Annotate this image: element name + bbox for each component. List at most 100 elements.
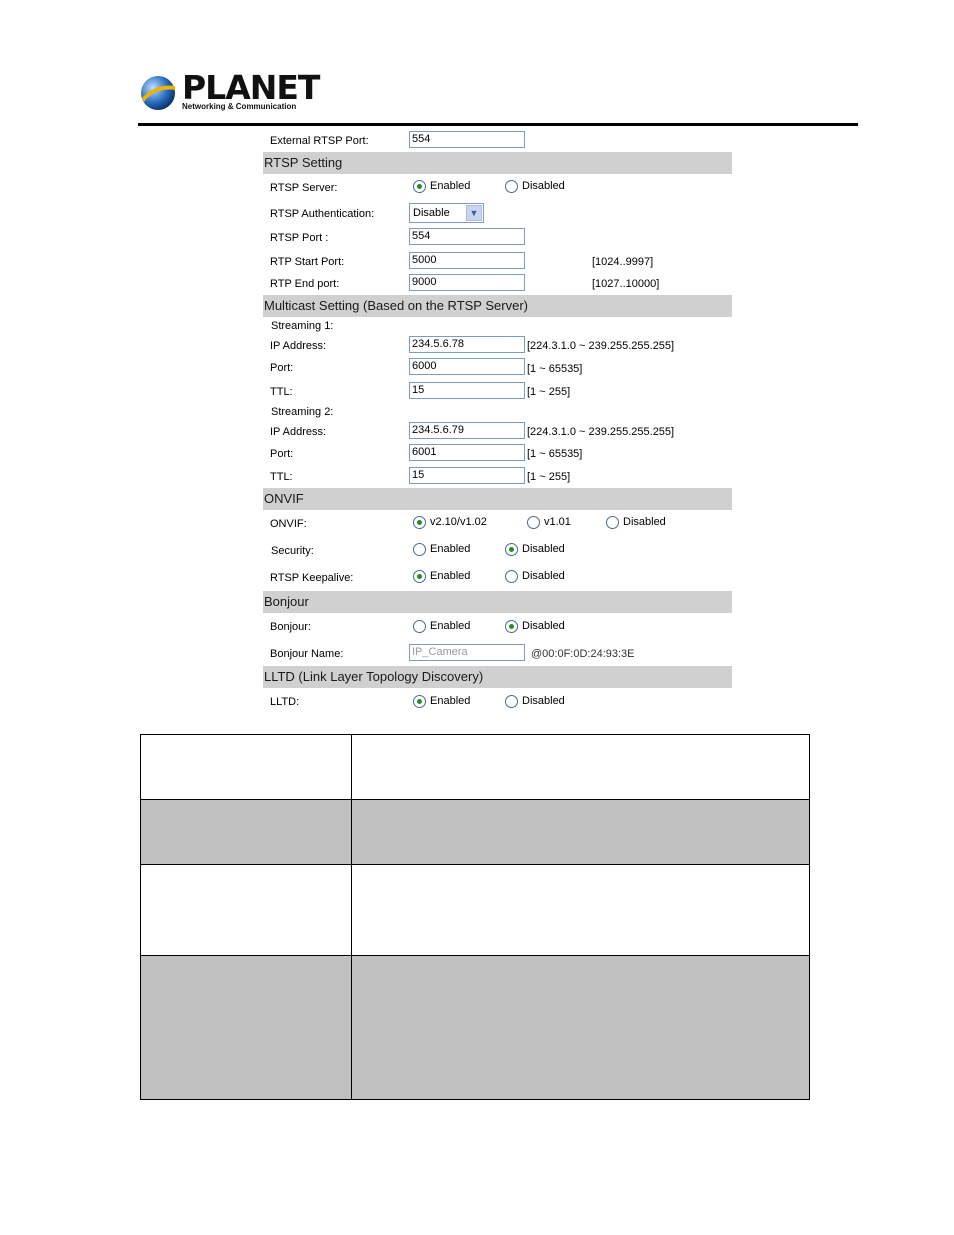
rtsp-port-label: RTSP Port : <box>270 232 329 244</box>
table-cell <box>140 734 352 800</box>
rtp-end-port-label: RTP End port: <box>270 278 340 290</box>
radio-checked-icon <box>413 694 426 708</box>
radio-label: Disabled <box>623 516 666 528</box>
s1-port-label: Port: <box>270 362 294 374</box>
lltd-label: LLTD: <box>270 696 300 708</box>
radio-label: v1.01 <box>544 516 571 528</box>
security-label: Security: <box>271 545 314 557</box>
onvif-v101-radio[interactable]: v1.01 <box>527 515 571 529</box>
chevron-down-icon: ▼ <box>466 205 482 221</box>
rtp-end-port-range: [1027..10000] <box>592 278 660 290</box>
s2-ttl-input[interactable]: 15 <box>409 467 525 484</box>
rtp-start-port-label: RTP Start Port: <box>270 256 345 268</box>
radio-label: Enabled <box>430 543 471 555</box>
lltd-disabled-radio[interactable]: Disabled <box>505 694 565 708</box>
table-row <box>140 864 810 956</box>
radio-unchecked-icon <box>505 179 518 193</box>
s2-port-input[interactable]: 6001 <box>409 444 525 461</box>
rtsp-server-enabled-radio[interactable]: Enabled <box>413 179 470 193</box>
planet-globe-logo-icon <box>141 76 175 110</box>
radio-label: Disabled <box>522 180 565 192</box>
s2-ttl-range: [1 ~ 255] <box>527 471 571 483</box>
s1-ttl-label: TTL: <box>270 386 293 398</box>
bonjour-label: Bonjour: <box>270 621 311 633</box>
network-settings-panel: External RTSP Port: 554 RTSP Setting RTS… <box>263 126 732 720</box>
radio-unchecked-icon <box>527 515 540 529</box>
rtsp-keepalive-label: RTSP Keepalive: <box>270 572 354 584</box>
s1-port-range: [1 ~ 65535] <box>527 363 583 375</box>
security-enabled-radio[interactable]: Enabled <box>413 542 470 556</box>
external-rtsp-port-label: External RTSP Port: <box>270 135 369 147</box>
radio-label: Disabled <box>522 543 565 555</box>
radio-checked-icon <box>413 569 426 583</box>
lltd-header: LLTD (Link Layer Topology Discovery) <box>263 666 732 688</box>
rtsp-port-input[interactable]: 554 <box>409 228 525 245</box>
onvif-header: ONVIF <box>263 488 732 510</box>
s2-ip-range: [224.3.1.0 ~ 239.255.255.255] <box>527 426 675 438</box>
radio-checked-icon <box>413 515 426 529</box>
table-cell <box>351 734 810 800</box>
bonjour-enabled-radio[interactable]: Enabled <box>413 619 470 633</box>
table-row <box>140 799 810 865</box>
table-row <box>140 734 810 800</box>
radio-label: Enabled <box>430 620 471 632</box>
radio-label: Disabled <box>522 695 565 707</box>
description-table <box>140 734 810 1100</box>
onvif-disabled-radio[interactable]: Disabled <box>606 515 666 529</box>
lltd-enabled-radio[interactable]: Enabled <box>413 694 470 708</box>
rtp-start-port-range: [1024..9997] <box>592 256 654 268</box>
onvif-v210-radio[interactable]: v2.10/v1.02 <box>413 515 487 529</box>
table-cell <box>140 955 352 1100</box>
s2-port-range: [1 ~ 65535] <box>527 448 583 460</box>
radio-unchecked-icon <box>505 569 518 583</box>
radio-label: Disabled <box>522 620 565 632</box>
streaming-2-label: Streaming 2: <box>271 406 334 418</box>
keepalive-enabled-radio[interactable]: Enabled <box>413 569 470 583</box>
streaming-1-label: Streaming 1: <box>271 320 334 332</box>
radio-unchecked-icon <box>606 515 619 529</box>
s2-ip-address-label: IP Address: <box>270 426 327 438</box>
radio-label: Enabled <box>430 570 471 582</box>
s1-ip-range: [224.3.1.0 ~ 239.255.255.255] <box>527 340 675 352</box>
table-cell <box>351 864 810 956</box>
radio-checked-icon <box>413 179 426 193</box>
rtsp-server-disabled-radio[interactable]: Disabled <box>505 179 565 193</box>
s2-ip-address-input[interactable]: 234.5.6.79 <box>409 422 525 439</box>
bonjour-name-label: Bonjour Name: <box>270 648 344 660</box>
s1-ip-address-label: IP Address: <box>270 340 327 352</box>
table-cell <box>140 799 352 865</box>
s2-port-label: Port: <box>270 448 294 460</box>
onvif-label: ONVIF: <box>270 518 307 530</box>
s1-ip-address-input[interactable]: 234.5.6.78 <box>409 336 525 353</box>
radio-unchecked-icon <box>413 619 426 633</box>
rtsp-authentication-label: RTSP Authentication: <box>270 208 375 220</box>
brand-tagline: Networking & Communication <box>182 102 297 111</box>
rtp-start-port-input[interactable]: 5000 <box>409 252 525 269</box>
radio-checked-icon <box>505 619 518 633</box>
select-value: Disable <box>413 207 450 219</box>
s1-ttl-input[interactable]: 15 <box>409 382 525 399</box>
rtp-end-port-input[interactable]: 9000 <box>409 274 525 291</box>
radio-label: Enabled <box>430 695 471 707</box>
radio-label: v2.10/v1.02 <box>430 516 487 528</box>
s2-ttl-label: TTL: <box>270 471 293 483</box>
radio-unchecked-icon <box>505 694 518 708</box>
brand-name: PLANET <box>182 68 320 107</box>
multicast-setting-header: Multicast Setting (Based on the RTSP Ser… <box>263 295 732 317</box>
rtsp-server-label: RTSP Server: <box>270 182 338 194</box>
radio-checked-icon <box>505 542 518 556</box>
s1-port-input[interactable]: 6000 <box>409 358 525 375</box>
rtsp-setting-header: RTSP Setting <box>263 152 732 174</box>
bonjour-name-mac-suffix: @00:0F:0D:24:93:3E <box>531 648 635 660</box>
bonjour-name-input[interactable]: IP_Camera <box>409 644 525 661</box>
s1-ttl-range: [1 ~ 255] <box>527 386 571 398</box>
radio-label: Enabled <box>430 180 471 192</box>
rtsp-authentication-select[interactable]: Disable ▼ <box>409 203 484 223</box>
radio-label: Disabled <box>522 570 565 582</box>
external-rtsp-port-input[interactable]: 554 <box>409 131 525 148</box>
keepalive-disabled-radio[interactable]: Disabled <box>505 569 565 583</box>
table-cell <box>351 955 810 1100</box>
security-disabled-radio[interactable]: Disabled <box>505 542 565 556</box>
table-cell <box>140 864 352 956</box>
bonjour-disabled-radio[interactable]: Disabled <box>505 619 565 633</box>
